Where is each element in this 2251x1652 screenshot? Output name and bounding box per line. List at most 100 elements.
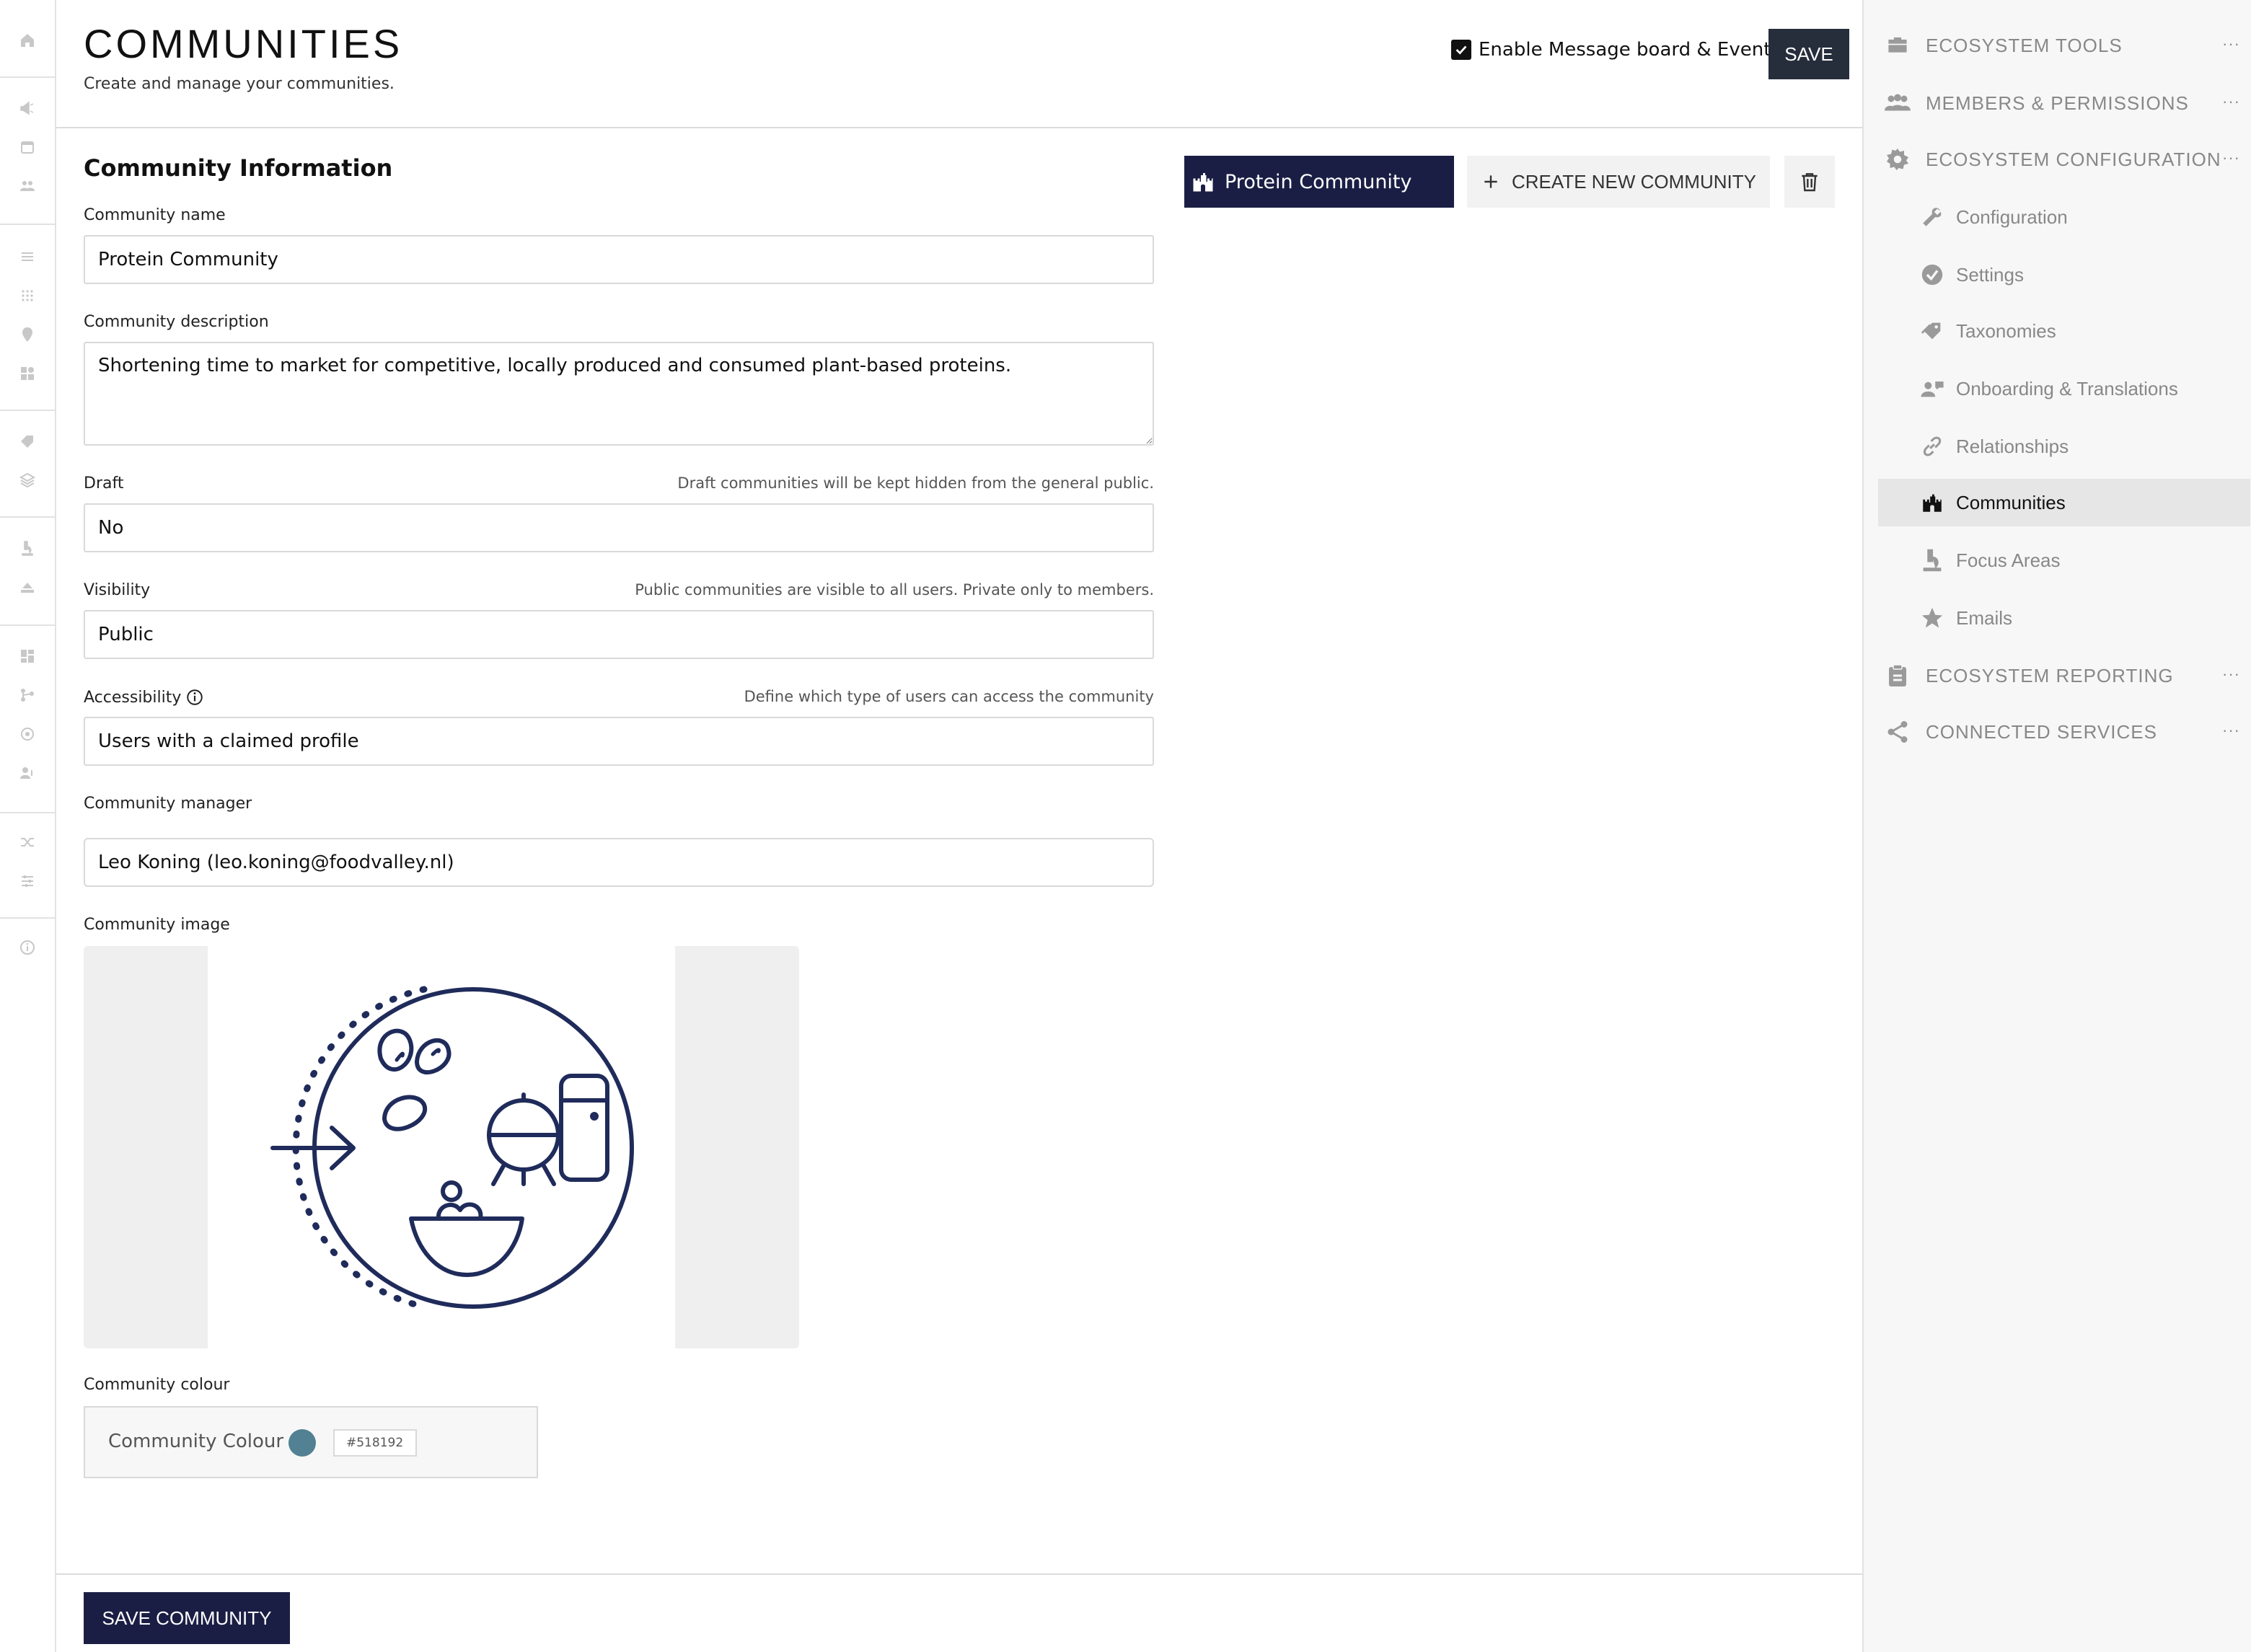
community-image-dropzone[interactable]	[84, 946, 799, 1348]
info-icon[interactable]	[16, 936, 39, 959]
grid-dots-icon[interactable]	[16, 284, 39, 307]
nav-ecosystem-reporting[interactable]: ECOSYSTEM REPORTING ···	[1878, 652, 2250, 699]
accessibility-value: Users with a claimed profile	[98, 730, 359, 752]
save-button[interactable]: SAVE	[1768, 29, 1849, 79]
visibility-label: Visibility	[84, 581, 151, 599]
nav-label: Emails	[1956, 606, 2013, 629]
nav-label: Settings	[1956, 263, 2024, 286]
list-icon[interactable]	[16, 245, 39, 268]
community-image	[208, 946, 675, 1348]
nav-taxonomies[interactable]: Taxonomies	[1878, 307, 2250, 355]
draft-value: No	[98, 517, 124, 539]
nav-focus-areas[interactable]: Focus Areas	[1878, 536, 2250, 584]
colour-hex-input[interactable]: #518192	[333, 1429, 417, 1457]
star-icon	[1919, 604, 1946, 632]
colour-swatch[interactable]	[288, 1429, 316, 1457]
accessibility-select[interactable]: Users with a claimed profile	[84, 717, 1154, 766]
nav-onboarding-translations[interactable]: Onboarding & Translations	[1878, 365, 2250, 412]
link-icon	[1919, 433, 1946, 460]
microscope-icon[interactable]	[16, 536, 39, 560]
rail-divider	[0, 812, 55, 813]
nav-communities[interactable]: Communities	[1878, 479, 2250, 526]
tune-icon[interactable]	[16, 870, 39, 893]
nav-members-permissions[interactable]: MEMBERS & PERMISSIONS ···	[1878, 79, 2250, 127]
check-circle-icon	[1919, 261, 1946, 288]
layers-icon[interactable]	[16, 469, 39, 492]
megaphone-icon[interactable]	[16, 97, 39, 120]
nav-settings[interactable]: Settings	[1878, 251, 2250, 299]
shuffle-icon[interactable]	[16, 831, 39, 854]
trash-icon	[1798, 170, 1821, 193]
nav-ecosystem-configuration[interactable]: ECOSYSTEM CONFIGURATION ···	[1878, 136, 2250, 183]
enable-message-board-toggle[interactable]: Enable Message board & Events	[1451, 39, 1781, 61]
footer-divider	[56, 1573, 1862, 1575]
more-icon[interactable]: ···	[2222, 149, 2240, 167]
nav-label: Onboarding & Translations	[1956, 377, 2178, 399]
community-description-textarea[interactable]: Shortening time to market for competitiv…	[84, 342, 1154, 446]
nav-connected-services[interactable]: CONNECTED SERVICES ···	[1878, 708, 2250, 756]
visibility-select[interactable]: Public	[84, 610, 1154, 659]
enable-checkbox[interactable]	[1451, 40, 1471, 60]
draft-select[interactable]: No	[84, 503, 1154, 552]
page-subtitle: Create and manage your communities.	[84, 75, 395, 93]
nav-label: ECOSYSTEM REPORTING	[1926, 664, 2174, 686]
community-name-input[interactable]	[84, 235, 1154, 284]
tags-icon	[1919, 317, 1946, 345]
rail-divider	[0, 624, 55, 626]
more-icon[interactable]: ···	[2222, 35, 2240, 53]
save-community-button[interactable]: SAVE COMMUNITY	[84, 1592, 290, 1644]
rail-divider	[0, 917, 55, 919]
visibility-hint: Public communities are visible to all us…	[635, 581, 1154, 598]
rail-divider	[0, 410, 55, 411]
community-colour-picker[interactable]: Community Colour #518192	[84, 1406, 538, 1478]
nav-label: Communities	[1956, 491, 2066, 513]
branch-icon[interactable]	[16, 684, 39, 707]
tag-icon[interactable]	[16, 430, 39, 453]
gear-icon	[1884, 146, 1911, 173]
more-icon[interactable]: ···	[2222, 721, 2240, 740]
map-pin-icon[interactable]	[16, 323, 39, 346]
nav-label: ECOSYSTEM CONFIGURATION	[1926, 148, 2221, 170]
info-icon[interactable]	[185, 688, 204, 707]
plus-icon	[1481, 172, 1500, 191]
target-icon[interactable]	[16, 723, 39, 746]
nav-label: Focus Areas	[1956, 549, 2061, 571]
dashboard-icon[interactable]	[16, 645, 39, 668]
tab-protein-community[interactable]: Protein Community	[1184, 156, 1454, 208]
nav-label: Relationships	[1956, 435, 2069, 457]
toolbox-icon	[1884, 32, 1911, 59]
nav-label: Configuration	[1956, 206, 2068, 228]
nav-label: ECOSYSTEM TOOLS	[1926, 34, 2123, 56]
widgets-icon[interactable]	[16, 362, 39, 385]
calendar-icon[interactable]	[16, 136, 39, 159]
home-icon[interactable]	[16, 29, 39, 52]
community-manager-label: Community manager	[84, 795, 252, 813]
rail-divider	[0, 516, 55, 518]
tab-label: Protein Community	[1225, 170, 1412, 193]
group-icon[interactable]	[16, 175, 39, 198]
nav-label: CONNECTED SERVICES	[1926, 720, 2157, 743]
community-manager-select[interactable]: Leo Koning (leo.koning@foodvalley.nl)	[84, 838, 1154, 887]
more-icon[interactable]: ···	[2222, 665, 2240, 684]
nav-emails[interactable]: Emails	[1878, 594, 2250, 642]
members-icon	[1884, 89, 1911, 117]
page-title: COMMUNITIES	[84, 21, 403, 66]
share-icon	[1884, 718, 1911, 746]
nav-relationships[interactable]: Relationships	[1878, 423, 2250, 470]
plant-protein-illustration-icon	[270, 986, 634, 1310]
community-name-label: Community name	[84, 206, 226, 224]
nav-configuration[interactable]: Configuration	[1878, 193, 2250, 241]
left-icon-rail	[0, 0, 56, 1652]
enable-label: Enable Message board & Events	[1479, 39, 1781, 61]
user-key-icon[interactable]	[16, 761, 39, 785]
wrench-icon	[1919, 203, 1946, 231]
nav-ecosystem-tools[interactable]: ECOSYSTEM TOOLS ···	[1878, 22, 2250, 69]
rail-divider	[0, 224, 55, 225]
community-image-label: Community image	[84, 916, 230, 934]
stack-icon[interactable]	[16, 575, 39, 598]
more-icon[interactable]: ···	[2222, 92, 2240, 111]
create-new-community-button[interactable]: CREATE NEW COMMUNITY	[1467, 156, 1770, 208]
castle-icon	[1190, 169, 1216, 195]
community-colour-label: Community colour	[84, 1376, 230, 1394]
delete-community-button[interactable]	[1784, 156, 1835, 208]
